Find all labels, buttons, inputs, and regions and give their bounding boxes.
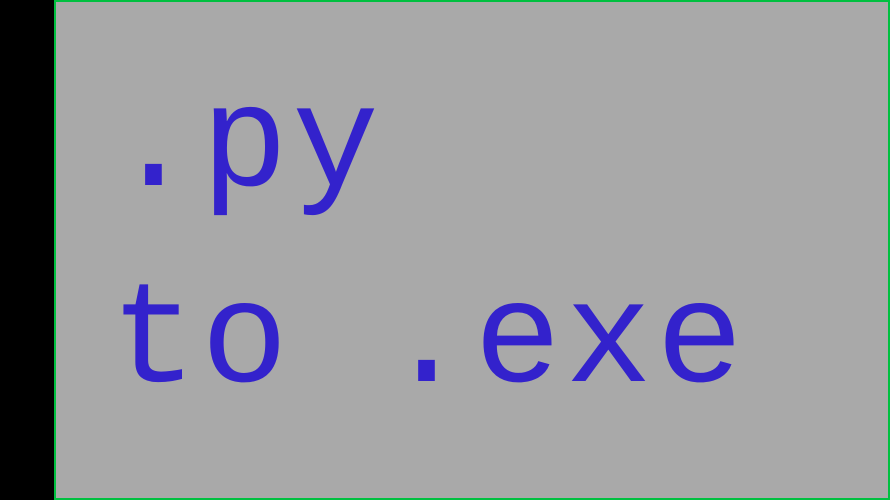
content-card: .py to .exe [54,0,890,500]
text-line-2: to .exe [110,245,888,441]
text-line-1: .py [110,49,888,245]
